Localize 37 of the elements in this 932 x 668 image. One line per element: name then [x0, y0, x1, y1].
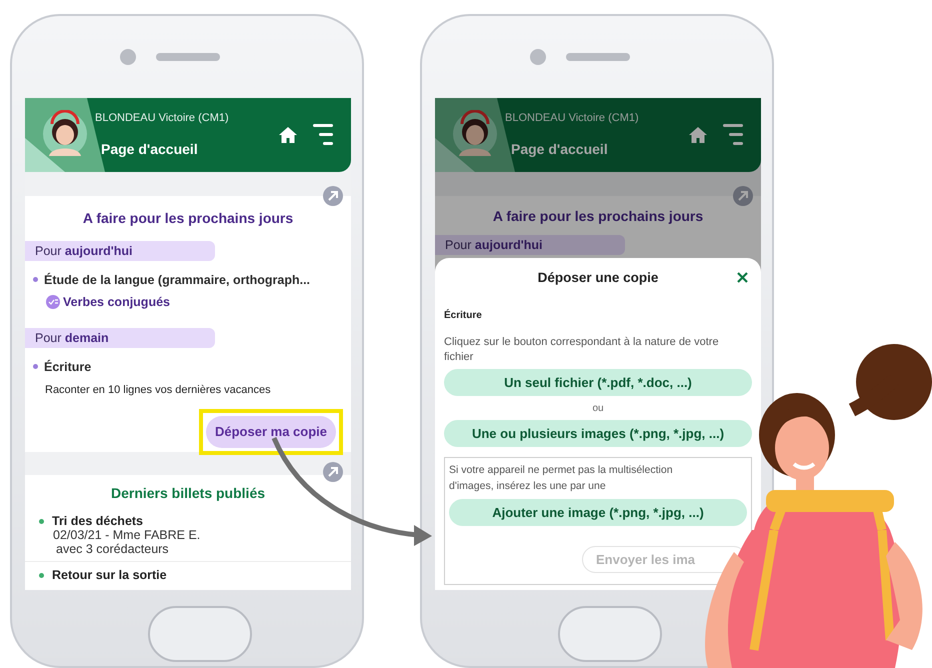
dialog-title: Déposer une copie [538, 268, 658, 287]
day-label: Pour aujourd'hui [435, 235, 625, 255]
post-coauthors: avec 3 corédacteurs [55, 542, 170, 556]
section-title: A faire pour les prochains jours [492, 207, 704, 226]
exercise-link[interactable]: Verbes conjugués [25, 290, 170, 312]
home-icon[interactable] [279, 127, 297, 143]
homework-subject: Écriture [44, 358, 92, 376]
speaker-slot [566, 53, 630, 61]
menu-icon[interactable] [723, 124, 743, 146]
page-title: Page d'accueil [100, 140, 199, 159]
assignment-name: Écriture [444, 308, 482, 323]
student-name: BLONDEAU Victoire (CM1) [95, 111, 229, 126]
add-image-button[interactable]: Ajouter une image (*.png, *.jpg, ...) [449, 499, 747, 526]
close-icon[interactable] [737, 272, 748, 283]
submit-copy-button[interactable]: Déposer ma copie [206, 416, 336, 448]
day-label: Pour demain [25, 328, 215, 348]
fallback-note: Si votre appareil ne permet pas la multisélection d'images, insérez les une par une [449, 463, 674, 494]
avatar-icon [43, 110, 87, 158]
single-file-button[interactable]: Un seul fichier (*.pdf, *.doc, ...) [444, 369, 752, 396]
post-title: Retour sur la sortie [52, 568, 167, 582]
post-meta: 02/03/21 - Mme FABRE E. [52, 528, 202, 542]
post-title: Tri des déchets [52, 514, 144, 528]
multiple-images-button[interactable]: Une ou plusieurs images (*.png, *.jpg, ...) [444, 420, 752, 447]
page-title: Page d'accueil [510, 140, 609, 159]
menu-icon[interactable] [313, 124, 333, 146]
day-label: Pour aujourd'hui [25, 241, 215, 261]
student-name: BLONDEAU Victoire (CM1) [505, 111, 639, 126]
avatar-icon [453, 110, 497, 158]
instructions-text: Cliquez sur le bouton correspondant à la nature de votre fichier [444, 335, 720, 365]
exercise-icon [46, 295, 60, 310]
separator-text: ou [592, 402, 604, 416]
homework-description: Raconter en 10 lignes vos dernières vacances [44, 383, 272, 398]
speaker-slot [156, 53, 220, 61]
section-title: A faire pour les prochains jours [82, 209, 294, 228]
section-title: Derniers billets publiés [110, 484, 266, 503]
homework-subject: Étude de la langue (grammaire, orthograph... [44, 272, 310, 289]
home-icon[interactable] [689, 127, 707, 143]
